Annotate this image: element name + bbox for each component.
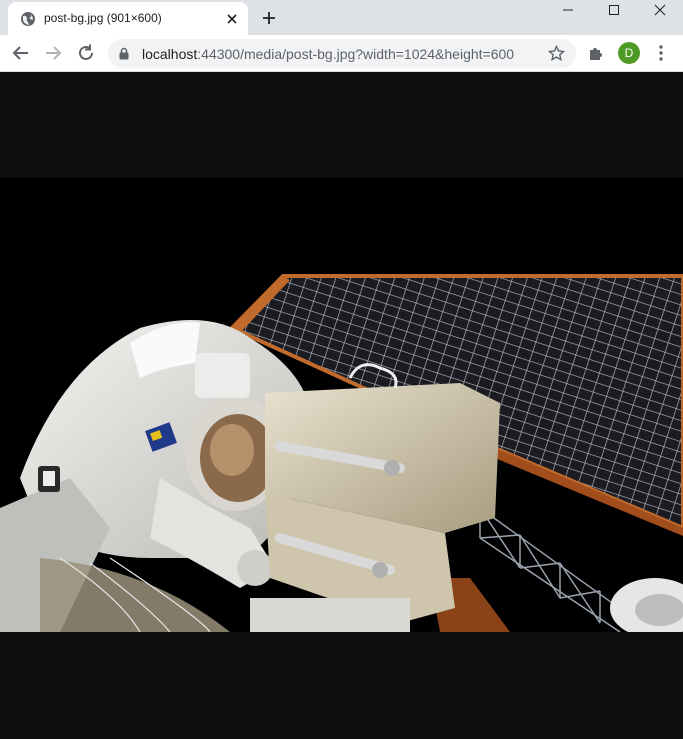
back-arrow-icon[interactable] <box>10 42 32 64</box>
extensions-puzzle-icon[interactable] <box>587 44 605 62</box>
astronaut-spacewalk-photo <box>0 178 683 632</box>
url-text[interactable]: localhost:44300/media/post-bg.jpg?width=… <box>142 46 514 62</box>
forward-arrow-icon[interactable] <box>42 42 64 64</box>
minimize-icon <box>563 9 573 11</box>
reload-icon[interactable] <box>75 42 97 64</box>
profile-initial: D <box>624 46 634 60</box>
url-host: localhost <box>142 46 198 62</box>
profile-avatar[interactable]: D <box>618 42 640 64</box>
bookmark-star-icon[interactable] <box>548 45 565 62</box>
address-bar[interactable]: localhost:44300/media/post-bg.jpg?width=… <box>108 39 576 68</box>
tab-title: post-bg.jpg (901×600) <box>44 11 162 25</box>
title-bar: post-bg.jpg (901×600) <box>0 0 683 35</box>
browser-toolbar: localhost:44300/media/post-bg.jpg?width=… <box>0 35 683 72</box>
lock-icon[interactable] <box>118 47 130 60</box>
globe-icon <box>21 12 35 26</box>
url-path: :44300/media/post-bg.jpg?width=1024&heig… <box>197 46 515 62</box>
minimize-button[interactable] <box>545 0 591 20</box>
browser-tab[interactable]: post-bg.jpg (901×600) <box>8 2 248 35</box>
spacewalk-image <box>0 274 683 632</box>
close-window-button[interactable] <box>637 0 683 20</box>
close-window-icon <box>654 4 666 16</box>
new-tab-icon[interactable] <box>260 9 278 27</box>
maximize-button[interactable] <box>591 0 637 20</box>
kebab-menu-icon[interactable] <box>652 43 670 63</box>
maximize-icon <box>609 5 619 15</box>
close-tab-icon[interactable] <box>224 11 240 27</box>
page-viewport <box>0 72 683 739</box>
